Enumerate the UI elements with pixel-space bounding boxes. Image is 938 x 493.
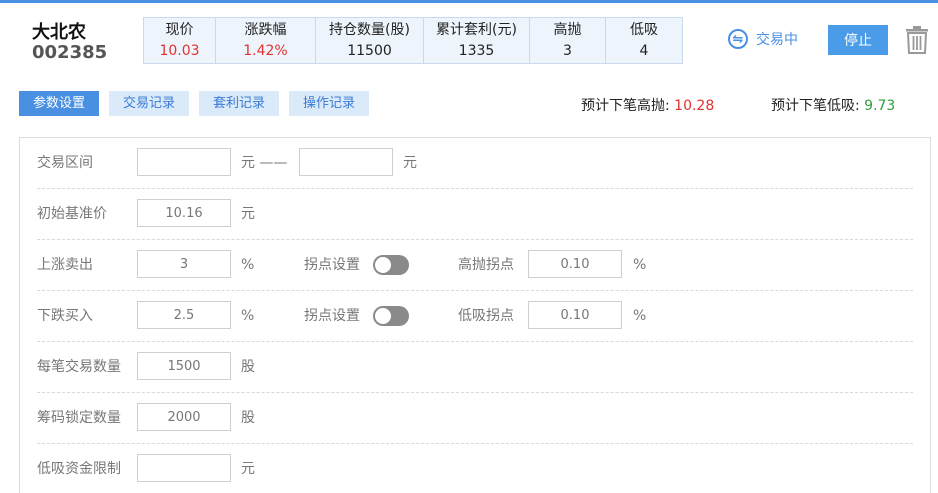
toggle-knob bbox=[375, 257, 391, 273]
trade-qty-input[interactable] bbox=[137, 352, 231, 380]
stat-label: 高抛 bbox=[553, 22, 582, 38]
field-label: 每笔交易数量 bbox=[37, 359, 121, 375]
stat-arbitrage: 累计套利(元) 1335 bbox=[424, 18, 530, 63]
stat-price: 现价 10.03 bbox=[144, 18, 216, 63]
low-buy-point-unit: % bbox=[633, 308, 647, 324]
stat-value: 1.42% bbox=[243, 43, 288, 59]
row-base-price: 初始基准价 元 bbox=[37, 189, 913, 240]
row-lock-qty: 筹码锁定数量 股 bbox=[37, 393, 913, 444]
base-price-unit: 元 bbox=[241, 206, 255, 222]
stat-change: 涨跌幅 1.42% bbox=[216, 18, 316, 63]
trade-status-label: 交易中 bbox=[756, 32, 798, 48]
stat-value: 1335 bbox=[458, 43, 495, 59]
base-price-input[interactable] bbox=[137, 199, 231, 227]
fall-buy-input[interactable] bbox=[137, 301, 231, 329]
stat-value: 10.03 bbox=[159, 43, 200, 59]
fall-buy-unit: % bbox=[241, 308, 255, 324]
field-label: 下跌买入 bbox=[37, 308, 93, 324]
exchange-icon: ⇋ bbox=[728, 29, 748, 49]
stat-value: 11500 bbox=[347, 43, 392, 59]
field-label: 低吸资金限制 bbox=[37, 461, 121, 477]
forecast-buy-label: 预计下笔低吸: bbox=[771, 98, 860, 114]
buy-limit-input[interactable] bbox=[137, 454, 231, 482]
row-trade-qty: 每笔交易数量 股 bbox=[37, 342, 913, 393]
stat-position: 持仓数量(股) 11500 bbox=[316, 18, 424, 63]
lock-qty-input[interactable] bbox=[137, 403, 231, 431]
range-high-input[interactable] bbox=[299, 148, 393, 176]
stats-table: 现价 10.03 涨跌幅 1.42% 持仓数量(股) 11500 累计套利(元)… bbox=[143, 17, 683, 64]
rise-turn-toggle[interactable] bbox=[373, 255, 409, 275]
rise-sell-unit: % bbox=[241, 257, 255, 273]
turn-setting-label: 拐点设置 bbox=[304, 308, 360, 324]
top-accent-line bbox=[0, 0, 938, 3]
range-unit: 元 —— bbox=[241, 155, 288, 171]
forecast-buy-value: 9.73 bbox=[864, 98, 896, 114]
row-buy-limit: 低吸资金限制 元 bbox=[37, 444, 913, 493]
toggle-knob bbox=[375, 308, 391, 324]
stat-value: 3 bbox=[563, 43, 572, 59]
tab-operation-records[interactable]: 操作记录 bbox=[289, 91, 369, 116]
forecast-buy: 预计下笔低吸: 9.73 bbox=[771, 95, 895, 115]
trade-status: ⇋ 交易中 bbox=[728, 29, 798, 49]
fall-turn-toggle[interactable] bbox=[373, 306, 409, 326]
forecast-sell-value: 10.28 bbox=[674, 98, 715, 114]
stat-high-sell: 高抛 3 bbox=[530, 18, 606, 63]
stock-name: 大北农 bbox=[32, 22, 86, 43]
stat-label: 现价 bbox=[165, 22, 194, 38]
forecast-sell-label: 预计下笔高抛: bbox=[581, 98, 670, 114]
stop-button[interactable]: 停止 bbox=[828, 25, 888, 55]
stat-label: 累计套利(元) bbox=[436, 22, 517, 38]
lock-qty-unit: 股 bbox=[241, 410, 255, 426]
field-label: 初始基准价 bbox=[37, 206, 107, 222]
stat-label: 低吸 bbox=[630, 22, 658, 38]
row-trade-range: 交易区间 元 —— 元 bbox=[37, 138, 913, 189]
stat-label: 持仓数量(股) bbox=[329, 22, 410, 38]
buy-limit-unit: 元 bbox=[241, 461, 255, 477]
params-panel: 交易区间 元 —— 元 初始基准价 元 上涨卖出 % 拐点设置 高抛拐点 % 下… bbox=[19, 137, 931, 493]
stat-value: 4 bbox=[639, 43, 649, 59]
tab-bar: 参数设置 交易记录 套利记录 操作记录 bbox=[19, 91, 379, 116]
range-unit-2: 元 bbox=[403, 155, 417, 171]
low-buy-point-input[interactable] bbox=[528, 301, 622, 329]
field-label: 上涨卖出 bbox=[37, 257, 93, 273]
tab-params[interactable]: 参数设置 bbox=[19, 91, 99, 116]
stat-label: 涨跌幅 bbox=[244, 22, 287, 38]
forecast-sell: 预计下笔高抛: 10.28 bbox=[581, 95, 714, 115]
range-low-input[interactable] bbox=[137, 148, 231, 176]
row-rise-sell: 上涨卖出 % 拐点设置 高抛拐点 % bbox=[37, 240, 913, 291]
rise-sell-input[interactable] bbox=[137, 250, 231, 278]
high-sell-point-input[interactable] bbox=[528, 250, 622, 278]
row-fall-buy: 下跌买入 % 拐点设置 低吸拐点 % bbox=[37, 291, 913, 342]
field-label: 交易区间 bbox=[37, 155, 93, 171]
low-buy-point-label: 低吸拐点 bbox=[458, 308, 514, 324]
trash-icon[interactable] bbox=[904, 26, 930, 54]
field-label: 筹码锁定数量 bbox=[37, 410, 121, 426]
trade-qty-unit: 股 bbox=[241, 359, 255, 375]
stat-low-buy: 低吸 4 bbox=[606, 18, 682, 63]
tab-trade-records[interactable]: 交易记录 bbox=[109, 91, 189, 116]
turn-setting-label: 拐点设置 bbox=[304, 257, 360, 273]
stock-code: 002385 bbox=[32, 42, 108, 63]
high-sell-point-label: 高抛拐点 bbox=[458, 257, 514, 273]
high-sell-point-unit: % bbox=[633, 257, 647, 273]
tab-arbitrage-records[interactable]: 套利记录 bbox=[199, 91, 279, 116]
